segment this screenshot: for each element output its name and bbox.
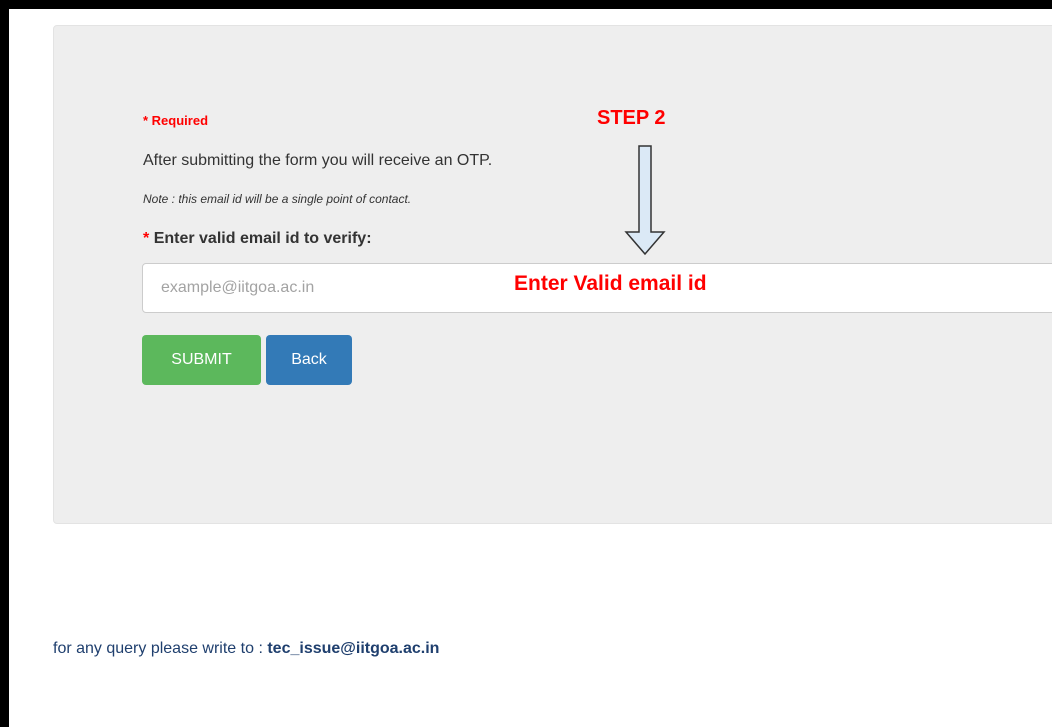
down-arrow-icon	[624, 145, 666, 256]
required-star: *	[143, 230, 150, 247]
footer-query-text: for any query please write to :	[53, 640, 263, 657]
window-frame-top	[0, 0, 1052, 9]
email-hint-annotation: Enter Valid email id	[514, 272, 707, 295]
email-field-label-text: Enter valid email id to verify:	[153, 230, 372, 247]
otp-info-text: After submitting the form you will recei…	[143, 152, 493, 169]
required-note: * Required	[143, 113, 209, 128]
email-field-label: * Enter valid email id to verify:	[143, 230, 372, 248]
step-annotation: STEP 2	[597, 107, 666, 129]
back-button[interactable]: Back	[266, 335, 352, 385]
submit-button[interactable]: SUBMIT	[142, 335, 261, 385]
footer-contact: for any query please write to : tec_issu…	[53, 640, 439, 658]
window-frame-left	[0, 0, 9, 727]
contact-email-link[interactable]: tec_issue@iitgoa.ac.in	[267, 640, 439, 657]
contact-note: Note : this email id will be a single po…	[143, 192, 412, 206]
